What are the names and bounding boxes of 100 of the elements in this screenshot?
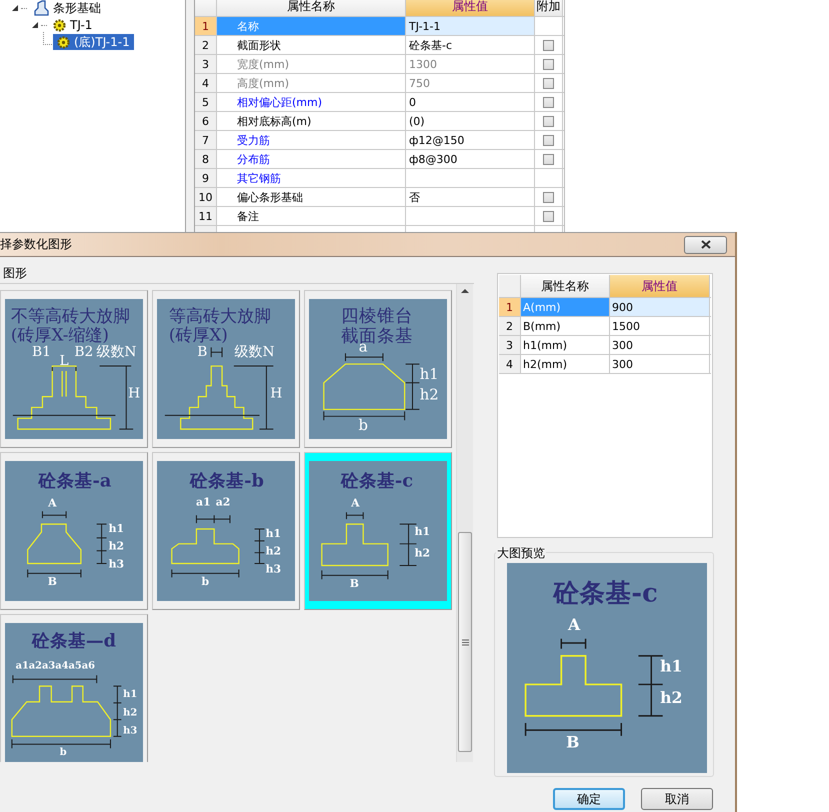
parameter-name[interactable]: h1(mm)	[521, 336, 610, 354]
footing-outline	[27, 524, 82, 564]
expand-arrow-icon[interactable]	[32, 22, 39, 28]
property-value[interactable]: 750	[406, 74, 535, 92]
property-value[interactable]: (0)	[406, 112, 535, 130]
footing-outline	[171, 528, 240, 564]
diagram-title: 砼条基-c	[553, 578, 658, 609]
property-name[interactable]: 相对偏心距(mm)	[217, 93, 406, 111]
property-name[interactable]: 分布筋	[217, 150, 406, 168]
checkbox[interactable]	[543, 154, 554, 164]
property-name[interactable]: 宽度(mm)	[217, 55, 406, 73]
dimension-label: h1	[266, 526, 282, 540]
dimension-label: a1	[196, 495, 211, 508]
checkbox[interactable]	[543, 210, 554, 222]
property-name[interactable]: 备注	[217, 207, 406, 225]
close-button[interactable]	[684, 236, 727, 254]
property-value[interactable]: 1300	[406, 55, 535, 73]
property-name[interactable]: 高度(mm)	[217, 74, 406, 92]
parameter-name[interactable]: h2(mm)	[521, 355, 610, 373]
property-name[interactable]: 截面形状	[217, 36, 406, 54]
dimension-label: b	[358, 417, 368, 434]
dimension-label: B2	[74, 344, 94, 360]
row-number: 2	[499, 317, 521, 335]
diagram-title: 不等高砖大放脚	[10, 306, 130, 326]
row-number: 8	[195, 150, 217, 168]
grip-icon	[462, 638, 468, 646]
property-value[interactable]: TJ-1-1	[406, 17, 535, 35]
row-number: 7	[195, 131, 217, 149]
dimension-label: h2	[414, 546, 430, 560]
property-name[interactable]: 相对底标高(m)	[217, 112, 406, 130]
diagram-title: (砖厚X)	[168, 324, 228, 344]
parameter-name[interactable]: B(mm)	[521, 317, 610, 335]
close-icon	[700, 240, 710, 249]
dimension-label: A	[568, 615, 580, 634]
row-number: 3	[195, 55, 217, 73]
dimension-label: H	[128, 386, 140, 402]
dimension-label: h1	[108, 522, 124, 535]
dimension-label: h3	[266, 562, 282, 576]
row-number: 9	[195, 169, 217, 187]
row-number: 11	[195, 207, 217, 225]
parameter-value[interactable]: 900	[610, 298, 710, 316]
property-name[interactable]: 受力筋	[217, 131, 406, 149]
dimension-label: B	[566, 732, 580, 752]
dimension-label: B	[350, 577, 359, 590]
dialog-title: 择参数化图形	[0, 236, 72, 253]
property-name[interactable]: 偏心条形基础	[217, 188, 406, 206]
foundation-icon	[33, 0, 49, 16]
dimension-label: h2	[266, 544, 282, 558]
group-label: 图形	[2, 265, 28, 279]
property-value[interactable]: 否	[406, 188, 535, 206]
property-value[interactable]: 0	[406, 93, 535, 111]
dialog-button[interactable]: 确定	[553, 788, 625, 810]
checkbox[interactable]	[543, 58, 554, 70]
dimension-label: h3	[123, 725, 138, 736]
property-value[interactable]: 砼条基-c	[406, 36, 535, 54]
checkbox[interactable]	[543, 134, 554, 146]
checkbox[interactable]	[543, 96, 554, 108]
checkbox[interactable]	[543, 40, 554, 50]
dimension-label: 级数N	[234, 344, 275, 360]
diagram-title: 砼条基—d	[32, 630, 116, 652]
row-number: 4	[195, 74, 217, 92]
dimension-label: h1	[660, 656, 682, 676]
dimension-label: A	[48, 496, 57, 510]
scrollbar[interactable]	[456, 284, 473, 762]
dimension-label: h2	[108, 540, 124, 553]
dimension-label: h2	[123, 708, 138, 719]
diagram-title: 四棱锥台	[341, 306, 414, 327]
row-number: 2	[195, 36, 217, 54]
dialog-button[interactable]: 取消	[641, 788, 713, 810]
property-value[interactable]: ф12@150	[406, 131, 535, 149]
tree-item[interactable]: 条形基础	[29, 0, 105, 16]
parameter-value[interactable]: 300	[610, 355, 710, 373]
dimension-label: h1	[414, 524, 430, 538]
column-header: 属性名称	[217, 0, 406, 16]
parameter-value[interactable]: 300	[610, 336, 710, 354]
splitter[interactable]	[186, 0, 195, 232]
dimension-label: h1	[123, 688, 138, 700]
dimension-label: B	[197, 344, 208, 360]
tree-item[interactable]: (底)TJ-1-1	[53, 34, 134, 50]
checkbox[interactable]	[543, 116, 554, 126]
footing-outline	[321, 524, 388, 566]
row-number: 1	[195, 17, 217, 35]
column-header: 附加	[535, 0, 563, 16]
row-number: 4	[499, 355, 521, 373]
property-name[interactable]: 其它钢筋	[217, 169, 406, 187]
scrollbar-thumb[interactable]	[458, 532, 472, 752]
checkbox[interactable]	[543, 192, 554, 202]
gear-icon	[53, 18, 66, 32]
dimension-label: B1	[32, 344, 51, 360]
diagram-title: 砼条基-a	[38, 470, 112, 492]
dimension-label: A	[351, 496, 360, 510]
dimension-label: h2	[660, 688, 682, 707]
expand-arrow-icon[interactable]	[12, 4, 19, 12]
checkbox[interactable]	[543, 78, 554, 88]
row-number: 10	[195, 188, 217, 206]
parameter-value[interactable]: 1500	[610, 317, 710, 335]
dimension-label: a2	[216, 495, 230, 508]
tree-item[interactable]: TJ-1	[49, 17, 96, 33]
column-header: 属性值	[406, 0, 535, 16]
property-value[interactable]: ф8@300	[406, 150, 535, 168]
